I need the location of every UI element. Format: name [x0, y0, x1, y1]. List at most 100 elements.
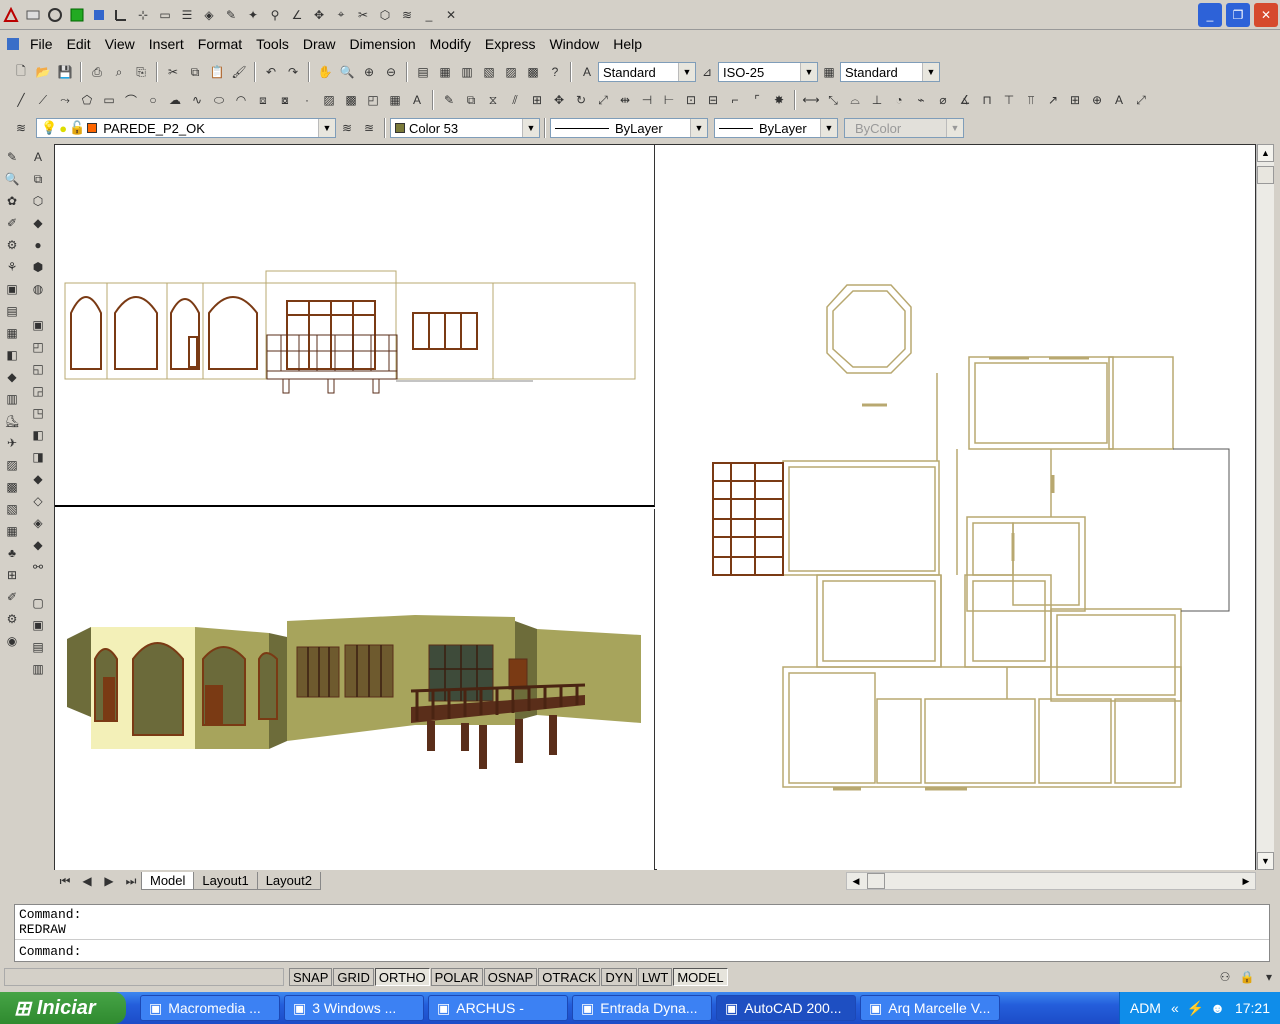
dim-style-icon[interactable]: ⊿	[698, 63, 716, 81]
sphere-icon[interactable]: ●	[29, 236, 47, 254]
first-tab-icon[interactable]: ⏮	[56, 872, 74, 890]
pencil-icon[interactable]: ✎	[222, 6, 240, 24]
break-icon[interactable]: ⊡	[682, 91, 700, 109]
cube-blue-icon[interactable]	[90, 6, 108, 24]
line-icon[interactable]: ╱	[12, 91, 30, 109]
text-style-select[interactable]: Standard ▼	[598, 62, 696, 82]
angle-icon[interactable]: ∠	[288, 6, 306, 24]
command-window[interactable]: Command: REDRAW Command:	[14, 904, 1270, 962]
region-icon[interactable]: ◰	[364, 91, 382, 109]
menu-insert[interactable]: Insert	[149, 36, 184, 52]
scale-icon[interactable]: ⤢	[594, 91, 612, 109]
camera-icon[interactable]: ▥	[3, 390, 21, 408]
document-icon[interactable]	[4, 35, 22, 53]
circle-icon[interactable]: ○	[144, 91, 162, 109]
next-tab-icon[interactable]: ▶	[100, 872, 118, 890]
vertical-scrollbar[interactable]: ▲ ▼	[1256, 144, 1274, 870]
snap-icon[interactable]: ⌖	[332, 6, 350, 24]
zoom-window-icon[interactable]: ⊕	[360, 63, 378, 81]
gradient-icon[interactable]: ▩	[342, 91, 360, 109]
menu-modify[interactable]: Modify	[430, 36, 471, 52]
arc-icon[interactable]: ⌒	[122, 91, 140, 109]
box-solid-icon[interactable]: ⬡	[29, 192, 47, 210]
paint-icon[interactable]: ✐	[3, 588, 21, 606]
make-block-icon[interactable]: ⧇	[276, 91, 294, 109]
taskbar-item[interactable]: ▣ ARCHUS -	[428, 995, 568, 1021]
linetype-select[interactable]: ByLayer ▼	[550, 118, 708, 138]
explode-icon[interactable]: ✸	[770, 91, 788, 109]
globe-icon[interactable]: ◉	[3, 632, 21, 650]
copy-icon[interactable]: ⧉	[186, 63, 204, 81]
fillet-icon[interactable]: ⌜	[748, 91, 766, 109]
dim-aligned-icon[interactable]: ⤡	[824, 91, 842, 109]
chamfer-icon[interactable]: ⌐	[726, 91, 744, 109]
paste-icon[interactable]: 📋	[208, 63, 226, 81]
ucs-icon[interactable]	[112, 6, 130, 24]
spline-icon[interactable]: ∿	[188, 91, 206, 109]
open-icon[interactable]: 📂	[34, 63, 52, 81]
palette-icon[interactable]: ⊞	[3, 566, 21, 584]
list-icon[interactable]: ☰	[178, 6, 196, 24]
image-icon[interactable]: ▧	[3, 500, 21, 518]
point-icon[interactable]: ·	[298, 91, 316, 109]
viewport-3-icon[interactable]: ▤	[29, 638, 47, 656]
layer-icon[interactable]	[24, 6, 42, 24]
viewport-4-icon[interactable]: ▥	[29, 660, 47, 678]
tray-arrow-icon[interactable]: «	[1171, 1000, 1179, 1016]
fly-icon[interactable]: ✈	[3, 434, 21, 452]
cube-icon[interactable]: ⬢	[29, 258, 47, 276]
dim-arc-icon[interactable]: ⌓	[846, 91, 864, 109]
preset-icon[interactable]: ▩	[3, 478, 21, 496]
last-tab-icon[interactable]: ⏭	[122, 872, 140, 890]
select-icon[interactable]: ⊹	[134, 6, 152, 24]
menu-view[interactable]: View	[105, 36, 135, 52]
make-current-icon[interactable]: ≋	[338, 119, 356, 137]
polygon-icon[interactable]: ⬠	[78, 91, 96, 109]
table-style-icon[interactable]: ▦	[820, 63, 838, 81]
walk-icon[interactable]: ⛸	[3, 412, 21, 430]
gear-icon[interactable]: ⚙	[3, 610, 21, 628]
table-icon[interactable]: ▦	[386, 91, 404, 109]
move-icon[interactable]: ✥	[310, 6, 328, 24]
view-icon[interactable]: ▣	[29, 316, 47, 334]
autocad-app-icon[interactable]	[2, 6, 20, 24]
trim-object-icon[interactable]: ⊣	[638, 91, 656, 109]
shade-icon[interactable]: ◆	[29, 536, 47, 554]
scroll-left-button[interactable]: ◀	[847, 873, 865, 889]
offset-icon[interactable]: ⫽	[506, 91, 524, 109]
lock-toolbar-icon[interactable]: 🔒	[1238, 968, 1256, 986]
viewport-2-icon[interactable]: ▣	[29, 616, 47, 634]
fog-icon[interactable]: ▤	[3, 302, 21, 320]
dim-continue-icon[interactable]: ⫪	[1022, 91, 1040, 109]
right-view-icon[interactable]: ◳	[29, 404, 47, 422]
status-toggle-osnap[interactable]: OSNAP	[483, 968, 538, 986]
box-blue-icon[interactable]: ◆	[29, 214, 47, 232]
front-view-icon[interactable]: ◰	[29, 338, 47, 356]
status-toggle-dyn[interactable]: DYN	[601, 968, 637, 986]
calculator-icon[interactable]: ▩	[524, 63, 542, 81]
status-menu-icon[interactable]: ▾	[1260, 968, 1278, 986]
text-style-icon[interactable]: A	[578, 63, 596, 81]
magnify-icon[interactable]: ⚲	[266, 6, 284, 24]
status-toggle-model[interactable]: MODEL	[673, 968, 728, 986]
status-toggle-snap[interactable]: SNAP	[289, 968, 333, 986]
orbit-icon[interactable]	[46, 6, 64, 24]
start-button[interactable]: ⊞ Iniciar	[0, 992, 126, 1024]
dim-jogged-icon[interactable]: ⌁	[912, 91, 930, 109]
close-window-button[interactable]: ✕	[1254, 2, 1278, 27]
back-view-icon[interactable]: ◱	[29, 360, 47, 378]
lineweight-select[interactable]: ByLayer ▼	[714, 118, 838, 138]
design-center-icon[interactable]: ▦	[436, 63, 454, 81]
taskbar-item[interactable]: ▣ Macromedia ...	[140, 995, 280, 1021]
extrude-icon[interactable]: ⧉	[29, 170, 47, 188]
zoom-previous-icon[interactable]: ⊖	[382, 63, 400, 81]
erase-icon[interactable]: ✎	[440, 91, 458, 109]
layer-manager-icon[interactable]: ≋	[12, 119, 30, 137]
taskbar-item[interactable]: ▣ 3 Windows ...	[284, 995, 424, 1021]
communication-center-icon[interactable]: ⚇	[1216, 968, 1234, 986]
mtext-icon[interactable]: A	[408, 91, 426, 109]
rotate-icon[interactable]: ↻	[572, 91, 590, 109]
tool-palettes-icon[interactable]: ▥	[458, 63, 476, 81]
tolerance-icon[interactable]: ⊞	[1066, 91, 1084, 109]
light-icon[interactable]: ✿	[3, 192, 21, 210]
